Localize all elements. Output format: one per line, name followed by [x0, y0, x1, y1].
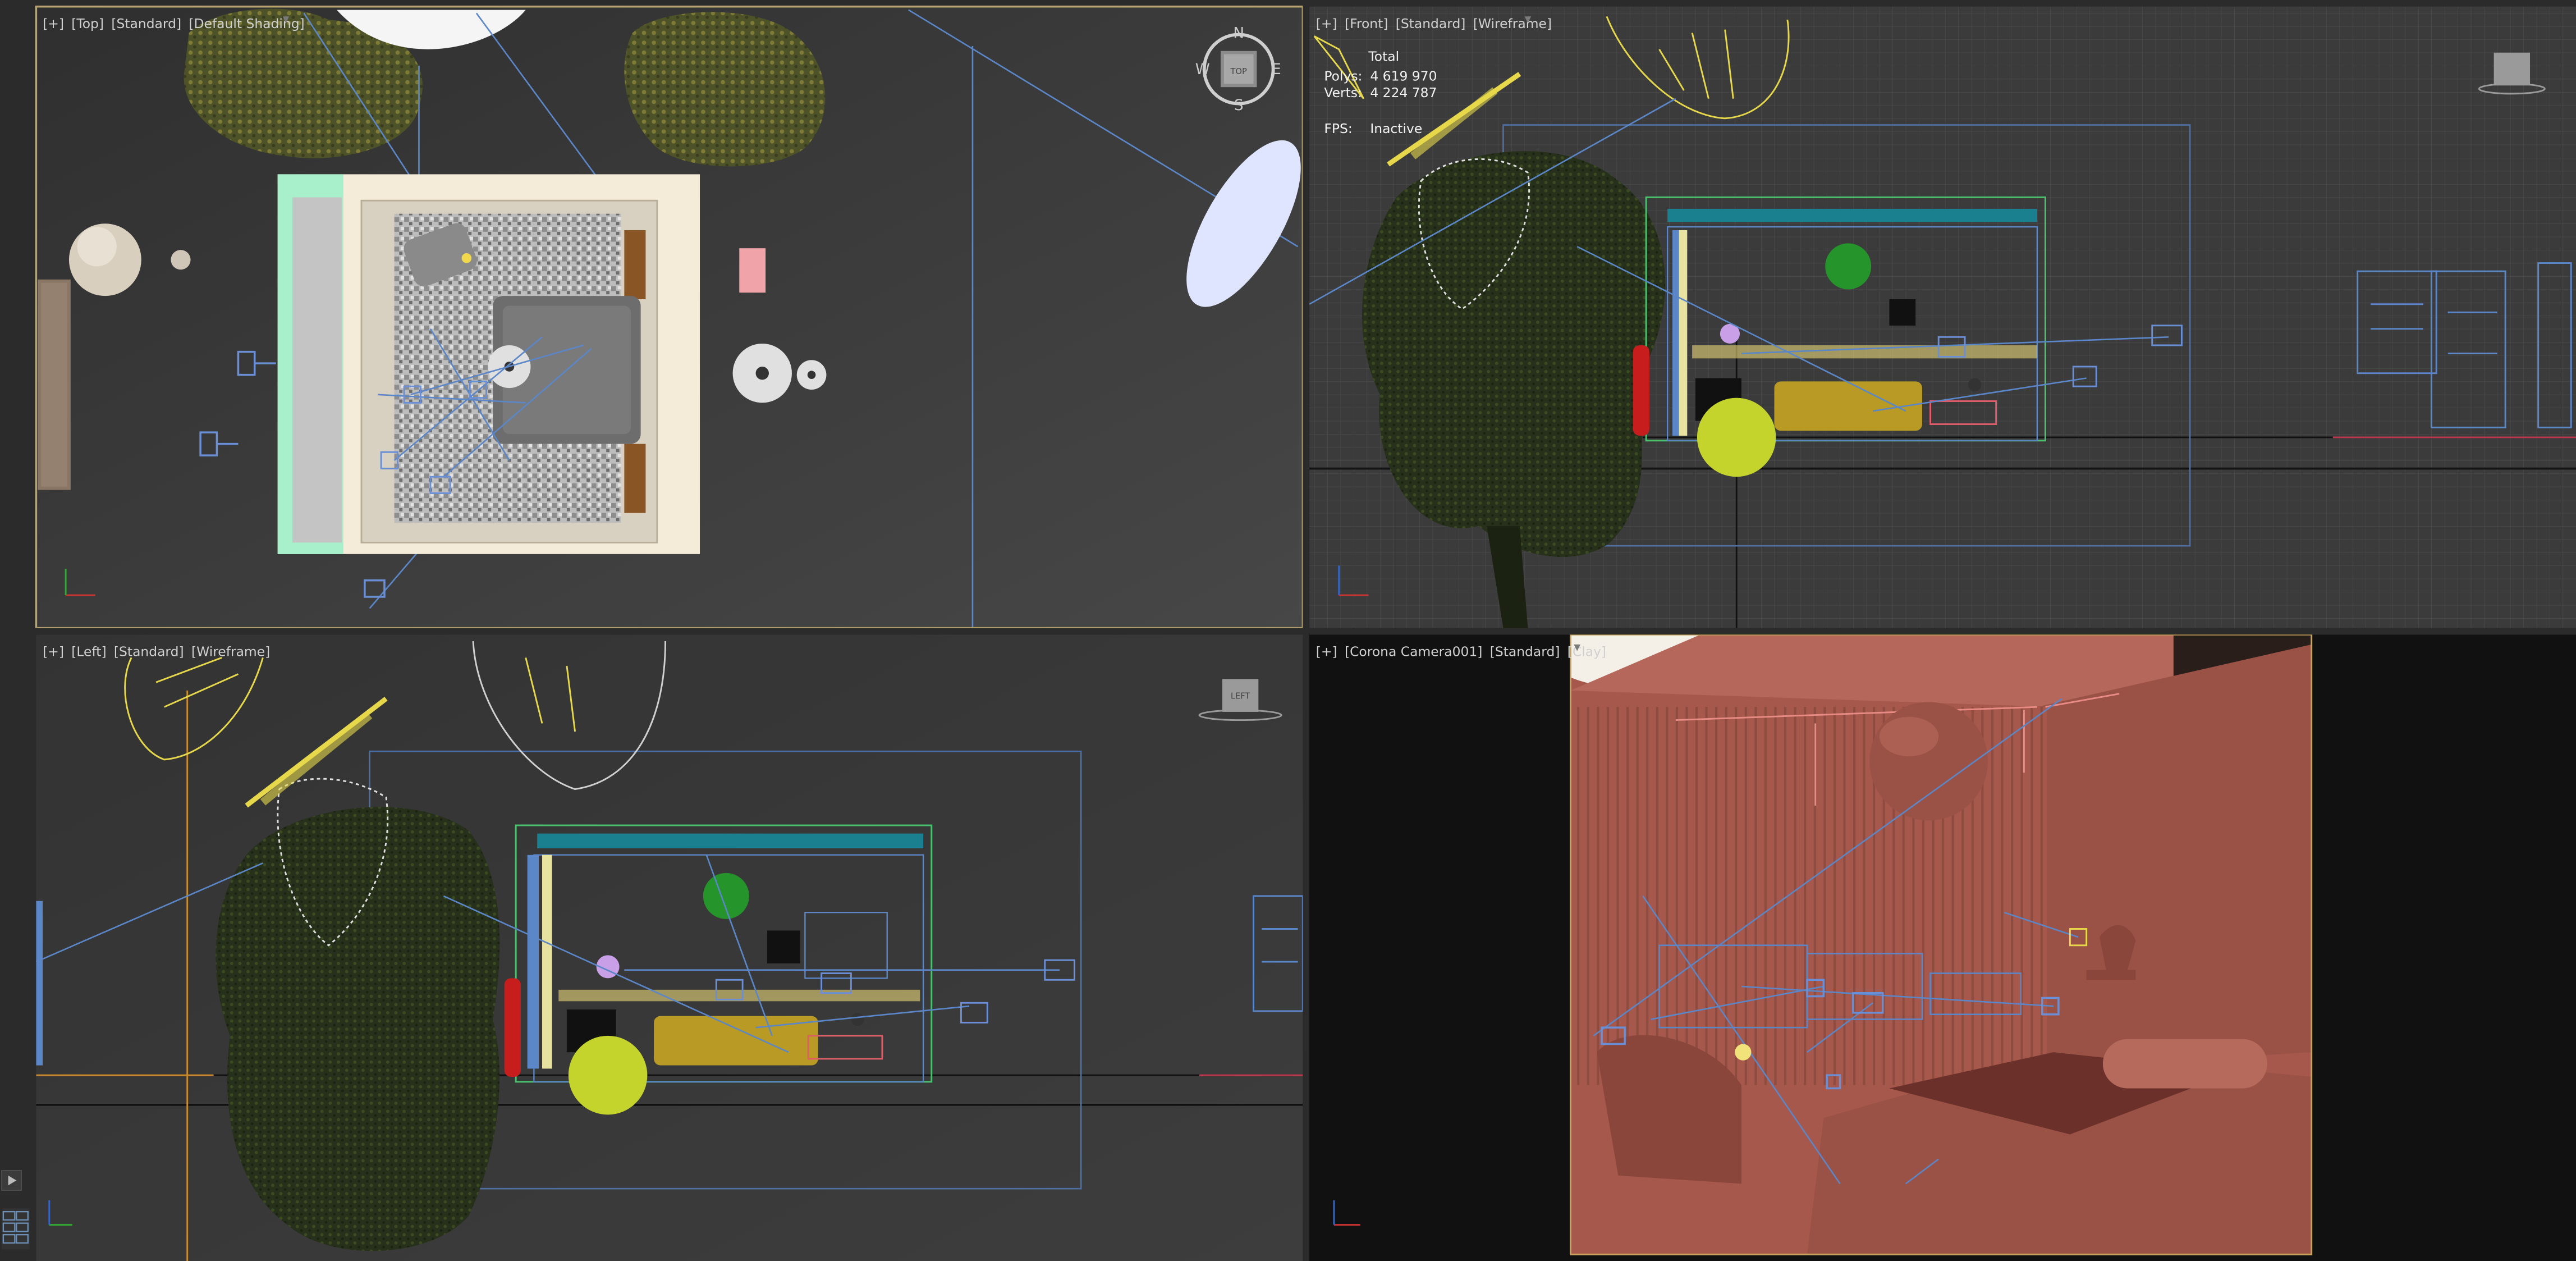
viewport-menu-button: [+]: [1316, 16, 1337, 31]
side-wall: [2037, 644, 2312, 1069]
viewport-layout-button[interactable]: [1, 1208, 30, 1250]
stat-polys-label: Polys:: [1324, 68, 1362, 84]
mode-label: [Standard]: [114, 643, 184, 659]
pink-light: [739, 248, 766, 293]
bolster-pillow: [2102, 1039, 2267, 1089]
stat-verts-value: 4 224 787: [1370, 85, 1437, 100]
svg-text:[+] [Top] [Standar[interactable]: [+] [Top] [Standard] [Default Shading]: [43, 16, 305, 31]
stat-verts-label: Verts:: [1324, 85, 1362, 100]
compass-east: E: [1272, 61, 1281, 78]
view-label: [Corona Camera001]: [1345, 643, 1482, 659]
mode-label: [Standard]: [1396, 16, 1466, 31]
viewport-menu-button: [+]: [43, 16, 64, 31]
compass-west: W: [1195, 61, 1210, 78]
bush-top-2: [624, 12, 826, 167]
sphere-small-left: [171, 250, 191, 270]
svg-text:[+] [Front] [Stand[interactable]: [+] [Front] [Standard] [Wireframe]: [1316, 16, 1552, 31]
svg-text:[+] [Left] [Standa[interactable]: [+] [Left] [Standard] [Wireframe]: [43, 643, 270, 659]
mode-label: [Standard]: [111, 16, 181, 31]
tree-front: [1362, 151, 1665, 557]
shading-label: [Wireframe]: [191, 643, 270, 659]
horizontal-splitter[interactable]: [33, 628, 2576, 635]
mode-label: [Standard]: [1490, 643, 1560, 659]
compass-south: S: [1234, 97, 1244, 114]
stat-polys-value: 4 619 970: [1370, 68, 1437, 84]
stat-fps-value: Inactive: [1370, 121, 1422, 136]
nightstand-1: [624, 230, 646, 299]
viewport-left[interactable]: LEFT [+] [Left] [Standard] [Wireframe]: [35, 634, 1304, 1261]
svg-text:LEFT: LEFT: [1231, 692, 1250, 701]
view-label: [Top]: [71, 16, 104, 31]
nightstand-2: [624, 444, 646, 513]
3d-viewports-workspace: TOP N S E W [+] [Top] [Standard] [Defaul…: [0, 0, 2576, 1261]
light-source-icon: [1735, 1044, 1752, 1061]
svg-text:TOP: TOP: [1230, 67, 1247, 76]
view-label: [Left]: [71, 643, 106, 659]
viewport-menu-button: [+]: [1316, 643, 1337, 659]
shading-label: [Clay]: [1567, 643, 1606, 659]
viewport-top[interactable]: TOP N S E W [+] [Top] [Standard] [Defaul…: [35, 5, 1323, 629]
tree-left: [216, 807, 500, 1251]
left-toolstrip: [0, 0, 33, 1261]
viewport-front[interactable]: Total Polys: 4 619 970 Verts: 4 224 787 …: [1309, 6, 2576, 628]
shading-label: [Wireframe]: [1473, 16, 1552, 31]
viewport-camera[interactable]: [+] [Corona Camera001] [Standard] [Clay]: [1309, 633, 2576, 1261]
svg-text:[+] [Corona Camera001][interactable]: [+] [Corona Camera001] [Standard] [Clay]: [1316, 643, 1606, 659]
stat-fps-label: FPS:: [1324, 121, 1352, 136]
compass-north: N: [1233, 25, 1244, 42]
pendant-sphere: [1869, 702, 1988, 821]
viewport-menu-button: [+]: [43, 643, 64, 659]
stat-total-label: Total: [1368, 48, 1399, 64]
view-label: [Front]: [1345, 16, 1388, 31]
